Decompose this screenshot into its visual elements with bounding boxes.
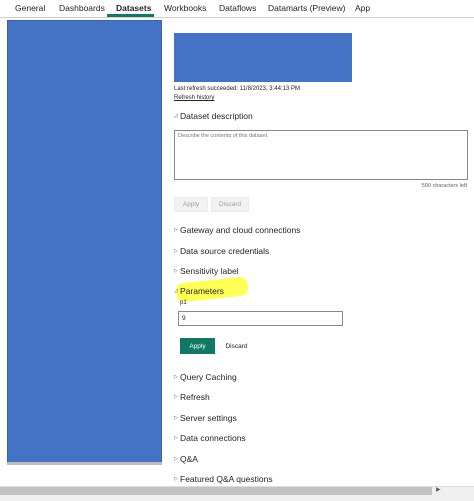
section-label: Server settings — [180, 413, 237, 423]
parameters-title: Parameters — [180, 286, 224, 296]
settings-tab-bar: General Dashboards Datasets Workbooks Da… — [0, 0, 474, 18]
scroll-right-arrow-icon[interactable]: ▶ — [436, 486, 441, 493]
section-label: Featured Q&A questions — [180, 474, 273, 484]
section-sensitivity-label[interactable]: ▷ Sensitivity label — [174, 266, 239, 276]
tab-app[interactable]: App — [355, 3, 370, 13]
tab-datamarts-preview[interactable]: Datamarts (Preview) — [268, 3, 345, 13]
parameter-name-label: p1 — [180, 300, 187, 306]
dataset-list-panel[interactable] — [7, 20, 162, 464]
section-label: Sensitivity label — [180, 266, 239, 276]
chevron-collapsed-icon: ▷ — [174, 455, 178, 462]
chevron-expanded-icon: ◿ — [174, 287, 178, 294]
section-label: Query Caching — [180, 372, 237, 382]
section-label: Data connections — [180, 433, 246, 443]
tab-dataflows[interactable]: Dataflows — [219, 3, 256, 13]
section-label: Refresh — [180, 392, 210, 402]
chevron-collapsed-icon: ▷ — [174, 226, 178, 233]
chevron-expanded-icon: ◿ — [174, 112, 178, 119]
section-featured-qna-questions[interactable]: ▷ Featured Q&A questions — [174, 474, 273, 484]
section-gateway-and-cloud-connections[interactable]: ▷ Gateway and cloud connections — [174, 225, 301, 235]
description-apply-button[interactable]: Apply — [174, 197, 208, 212]
section-data-source-credentials[interactable]: ▷ Data source credentials — [174, 246, 269, 256]
section-data-connections[interactable]: ▷ Data connections — [174, 433, 246, 443]
section-label: Data source credentials — [180, 246, 270, 256]
description-discard-button[interactable]: Discard — [211, 197, 249, 212]
chevron-collapsed-icon: ▷ — [174, 247, 178, 254]
active-tab-indicator — [107, 14, 154, 17]
section-server-settings[interactable]: ▷ Server settings — [174, 413, 237, 423]
parameters-apply-button[interactable]: Apply — [180, 338, 215, 354]
section-qna[interactable]: ▷ Q&A — [174, 454, 198, 464]
section-refresh[interactable]: ▷ Refresh — [174, 392, 210, 402]
section-label: Q&A — [180, 454, 198, 464]
characters-left-counter: 500 characters left — [421, 183, 467, 189]
chevron-collapsed-icon: ▷ — [174, 414, 178, 421]
tab-dashboards[interactable]: Dashboards — [59, 3, 105, 13]
dataset-description-input[interactable] — [174, 130, 468, 180]
chevron-collapsed-icon: ▷ — [174, 393, 178, 400]
section-query-caching[interactable]: ▷ Query Caching — [174, 372, 237, 382]
dataset-description-header[interactable]: ◿ Dataset description — [174, 111, 253, 121]
chevron-collapsed-icon: ▷ — [174, 373, 178, 380]
section-label: Gateway and cloud connections — [180, 225, 301, 235]
tab-workbooks[interactable]: Workbooks — [164, 3, 206, 13]
parameters-discard-button[interactable]: Discard — [218, 338, 255, 354]
chevron-collapsed-icon: ▷ — [174, 434, 178, 441]
parameters-header[interactable]: ◿ Parameters — [174, 286, 224, 296]
tab-datasets[interactable]: Datasets — [116, 3, 151, 13]
dataset-name-banner — [174, 33, 352, 82]
dataset-list-scrollbar[interactable] — [7, 462, 162, 465]
chevron-collapsed-icon: ▷ — [174, 267, 178, 274]
parameter-value-input[interactable] — [178, 311, 343, 326]
tab-general[interactable]: General — [15, 3, 45, 13]
dataset-description-title: Dataset description — [180, 111, 253, 121]
refresh-history-link[interactable]: Refresh history — [174, 95, 214, 101]
last-refresh-status: Last refresh succeeded: 11/8/2023, 3:44:… — [174, 86, 300, 92]
chevron-collapsed-icon: ▷ — [174, 475, 178, 482]
horizontal-scrollbar-thumb[interactable] — [0, 487, 432, 495]
